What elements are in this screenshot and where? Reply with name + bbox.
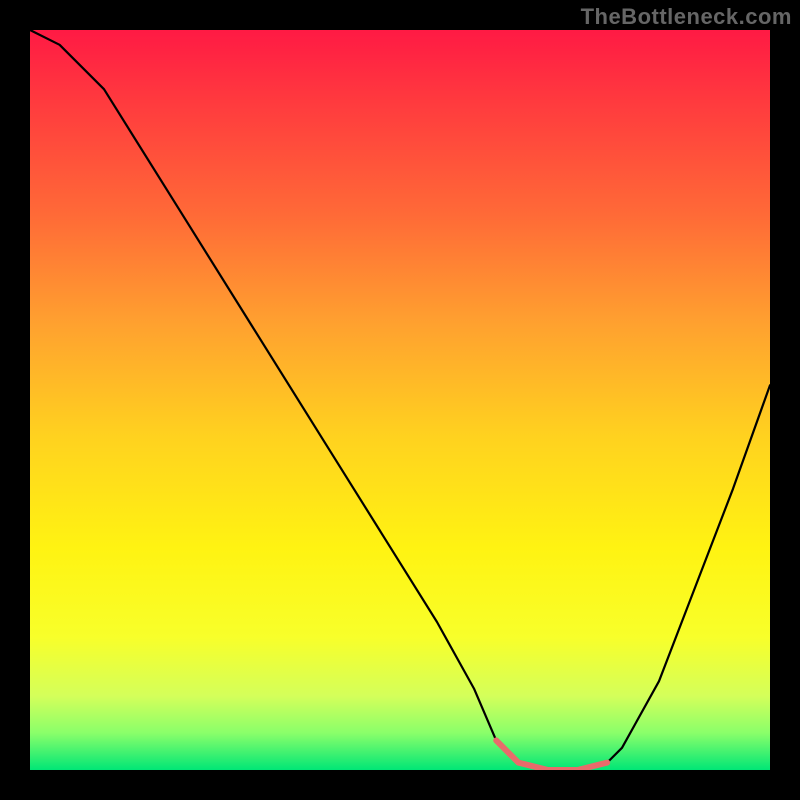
chart-frame: TheBottleneck.com <box>0 0 800 800</box>
gradient-background <box>30 30 770 770</box>
watermark-text: TheBottleneck.com <box>581 4 792 30</box>
plot-area <box>30 30 770 770</box>
chart-svg <box>30 30 770 770</box>
